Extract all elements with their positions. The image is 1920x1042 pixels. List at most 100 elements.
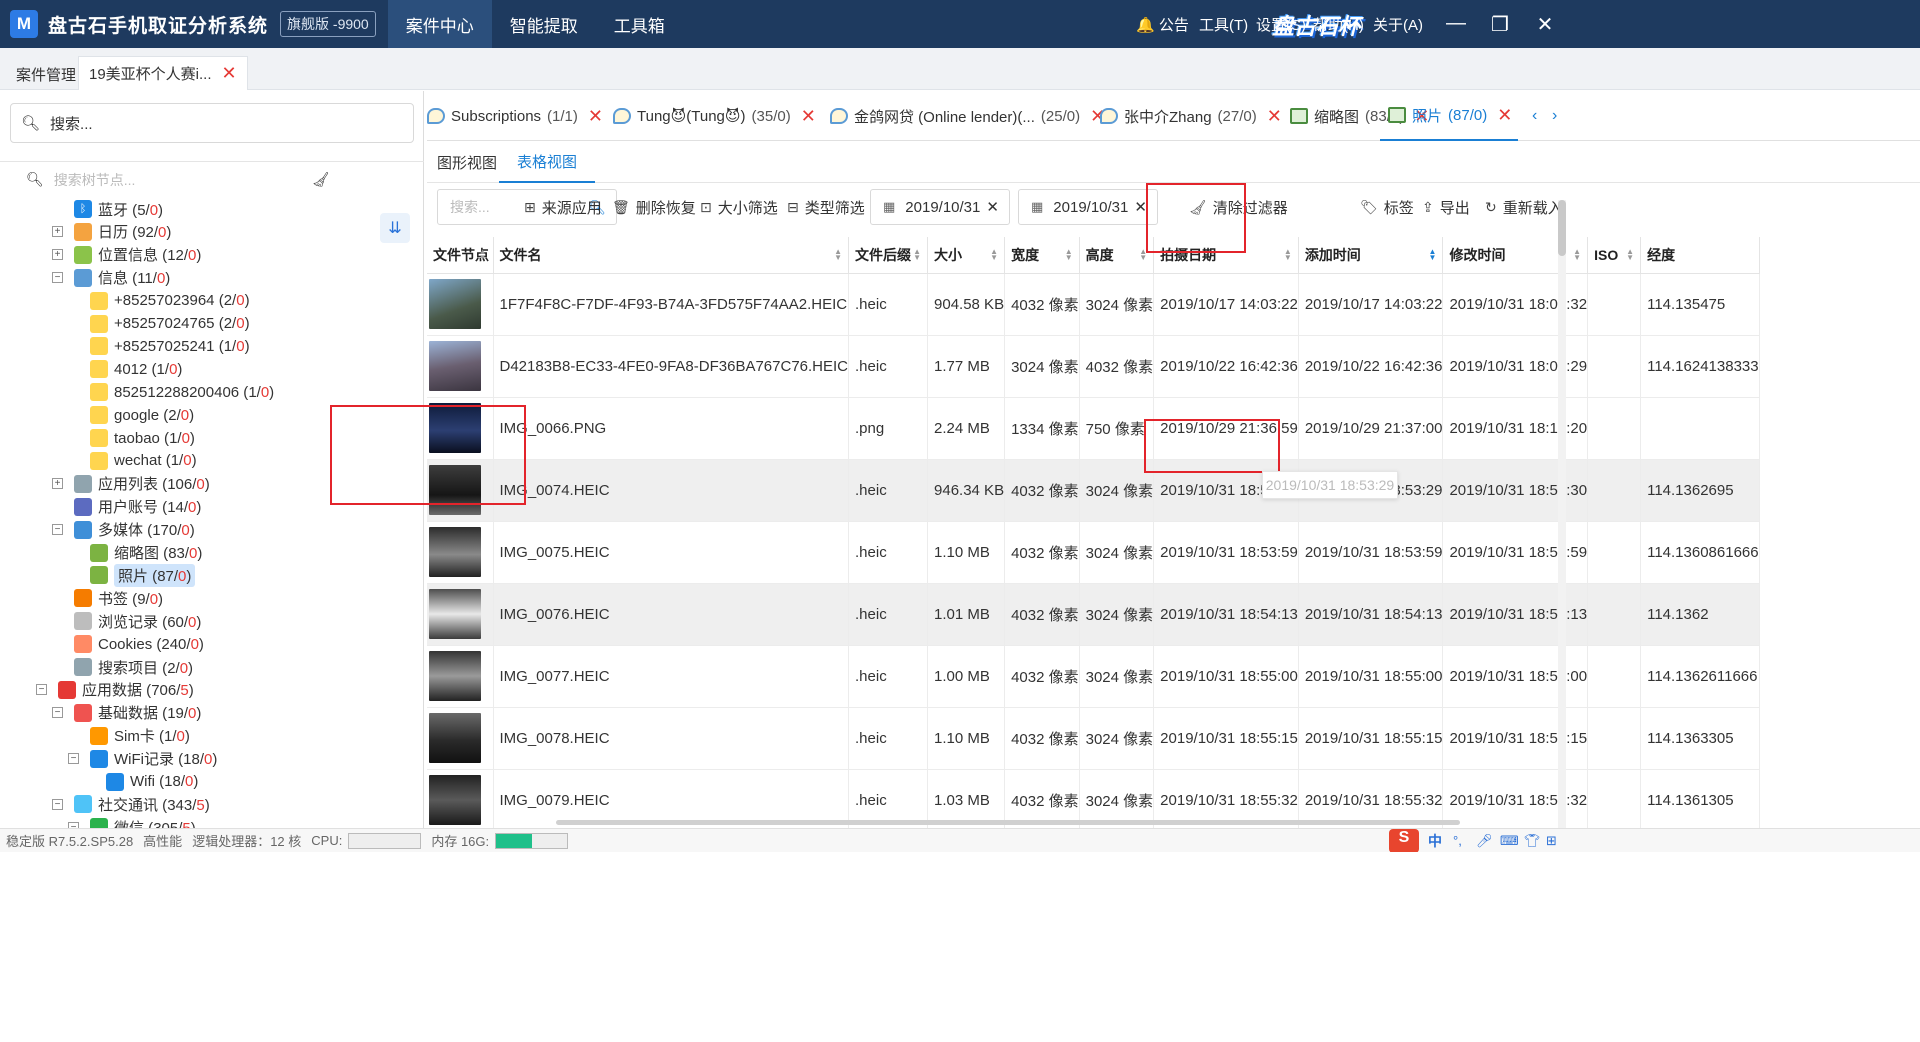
- collapse-icon[interactable]: −: [52, 272, 63, 284]
- source-app-button[interactable]: ⊞ 来源应用: [524, 197, 602, 218]
- announcement-menu[interactable]: 🔔 公告: [1136, 14, 1189, 35]
- sort-icon[interactable]: ▲ ▼: [1626, 248, 1634, 262]
- sort-icon[interactable]: ▲ ▼: [913, 248, 921, 262]
- tree-node[interactable]: − 信息 (11/0): [52, 266, 170, 290]
- reload-button[interactable]: ↻ 重新载入: [1485, 197, 1563, 218]
- tree-node[interactable]: +85257023964 (2/0): [90, 289, 250, 313]
- more-apps-icon[interactable]: ⊞: [1546, 833, 1557, 849]
- tree-node[interactable]: 浏览记录 (60/0): [74, 609, 201, 633]
- restore-icon[interactable]: ❐: [1488, 12, 1512, 37]
- date-from-picker[interactable]: ▦ 2019/10/31 ✕: [870, 189, 1010, 225]
- date-to-picker[interactable]: ▦ 2019/10/31 ✕: [1018, 189, 1158, 225]
- tree-node[interactable]: ᛒ 蓝牙 (5/0): [74, 197, 163, 221]
- about-menu[interactable]: 关于(A): [1373, 14, 1423, 35]
- sort-icon[interactable]: ▲ ▼: [1573, 248, 1581, 262]
- tree-node[interactable]: 4012 (1/0): [90, 357, 182, 381]
- minimize-icon[interactable]: —: [1444, 12, 1468, 35]
- photo-thumbnail[interactable]: [429, 775, 481, 825]
- tab-photos[interactable]: 照片 (87/0) ✕: [1380, 91, 1519, 141]
- tree-node[interactable]: +85257025241 (1/0): [90, 334, 250, 358]
- collapse-icon[interactable]: −: [52, 798, 63, 810]
- tree-node[interactable]: 缩略图 (83/0): [90, 541, 202, 565]
- tag-button[interactable]: 🏷︎ 标签: [1360, 197, 1414, 218]
- photo-thumbnail[interactable]: [429, 465, 481, 515]
- skin-icon[interactable]: 👕︎: [1524, 833, 1541, 849]
- expand-icon[interactable]: +: [52, 478, 63, 490]
- collapse-icon[interactable]: −: [36, 684, 47, 696]
- tree-node[interactable]: Wifi (18/0): [106, 770, 198, 794]
- close-tab-icon[interactable]: ✕: [801, 106, 816, 127]
- column-header[interactable]: 添加时间 ▲ ▼: [1298, 237, 1444, 274]
- help-menu[interactable]: 帮助(H): [1313, 14, 1364, 35]
- column-header[interactable]: 文件后缀 ▲ ▼: [848, 237, 929, 274]
- tree-node[interactable]: − WiFi记录 (18/0): [68, 747, 217, 771]
- menu-case-center[interactable]: 案件中心: [387, 0, 492, 48]
- tree-node[interactable]: 用户账号 (14/0): [74, 495, 201, 519]
- collapse-icon[interactable]: −: [52, 524, 63, 536]
- settings-menu[interactable]: 设置(S): [1256, 14, 1306, 35]
- tree-node[interactable]: google (2/0): [90, 403, 194, 427]
- close-tab-icon[interactable]: ✕: [588, 106, 603, 127]
- tree-node[interactable]: +85257024765 (2/0): [90, 312, 250, 336]
- chevron-left-icon[interactable]: ‹: [1532, 91, 1537, 141]
- expand-icon[interactable]: +: [52, 226, 63, 238]
- tree-node[interactable]: − 应用数据 (706/5): [36, 678, 194, 702]
- tree-node[interactable]: 照片 (87/0): [90, 563, 196, 587]
- close-icon[interactable]: ✕: [1533, 12, 1557, 37]
- close-tab-icon[interactable]: ✕: [222, 63, 237, 84]
- clear-date-icon[interactable]: ✕: [1134, 198, 1147, 216]
- tree-node[interactable]: 搜索项目 (2/0): [74, 655, 193, 679]
- expand-icon[interactable]: +: [52, 249, 63, 261]
- column-header[interactable]: 宽度 ▲ ▼: [1004, 237, 1080, 274]
- clear-filter-button[interactable]: 🧹︎ 清除过滤器: [1189, 197, 1288, 218]
- keyboard-icon[interactable]: ⌨: [1500, 833, 1519, 849]
- menu-toolbox[interactable]: 工具箱: [596, 0, 683, 48]
- tools-menu[interactable]: 工具(T): [1199, 14, 1248, 35]
- tree-node[interactable]: taobao (1/0): [90, 426, 195, 450]
- tab-subscriptions[interactable]: Subscriptions (1/1) ✕: [427, 91, 603, 141]
- tree-node[interactable]: − 多媒体 (170/0): [52, 518, 195, 542]
- sort-icon[interactable]: ▲ ▼: [1284, 248, 1292, 262]
- tree-node[interactable]: Sim卡 (1/0): [90, 724, 190, 748]
- photo-thumbnail[interactable]: [429, 341, 481, 391]
- tree-search-input[interactable]: 🔍︎ 搜索树节点... 🧹︎: [0, 161, 424, 197]
- tab-case-management[interactable]: 案件管理: [6, 58, 86, 90]
- column-header[interactable]: 经度: [1640, 237, 1760, 274]
- sort-icon[interactable]: ▲ ▼: [1429, 248, 1437, 262]
- sort-icon[interactable]: ▲ ▼: [479, 248, 487, 262]
- clear-date-icon[interactable]: ✕: [986, 198, 999, 216]
- size-filter-button[interactable]: ⊡ 大小筛选: [700, 197, 778, 218]
- tab-case-19meiya[interactable]: 19美亚杯个人赛i... ✕: [78, 56, 248, 90]
- column-header[interactable]: 大小 ▲ ▼: [927, 237, 1006, 274]
- delete-recover-button[interactable]: 🗑︎ 删除恢复: [612, 197, 696, 218]
- horizontal-scrollbar[interactable]: [556, 820, 1460, 825]
- column-header[interactable]: 拍摄日期 ▲ ▼: [1153, 237, 1299, 274]
- tree-node[interactable]: Cookies (240/0): [74, 632, 204, 656]
- broom-icon[interactable]: 🧹︎: [312, 171, 330, 188]
- photo-thumbnail[interactable]: [429, 713, 481, 763]
- column-header[interactable]: 高度 ▲ ▼: [1079, 237, 1155, 274]
- sort-icon[interactable]: ▲ ▼: [990, 248, 998, 262]
- tree-node[interactable]: wechat (1/0): [90, 449, 197, 473]
- photo-thumbnail[interactable]: [429, 403, 481, 453]
- close-tab-icon[interactable]: ✕: [1497, 105, 1512, 126]
- microphone-icon[interactable]: 🎤︎: [1476, 833, 1493, 849]
- column-header[interactable]: 文件节点 ▲ ▼: [427, 237, 494, 274]
- global-search-input[interactable]: 🔍︎ 搜索...: [10, 103, 414, 143]
- tree-node[interactable]: 书签 (9/0): [74, 586, 163, 610]
- photo-thumbnail[interactable]: [429, 279, 481, 329]
- collapse-icon[interactable]: −: [52, 707, 63, 719]
- tree-node[interactable]: − 基础数据 (19/0): [52, 701, 201, 725]
- tab-table-view[interactable]: 表格视图: [499, 141, 596, 183]
- photo-thumbnail[interactable]: [429, 651, 481, 701]
- vertical-scrollbar-thumb[interactable]: [1558, 200, 1566, 256]
- sort-icon[interactable]: ▲ ▼: [1139, 248, 1147, 262]
- punctuation-icon[interactable]: °,: [1453, 833, 1462, 848]
- sort-icon[interactable]: ▲ ▼: [1065, 248, 1073, 262]
- collapse-icon[interactable]: −: [68, 753, 79, 765]
- photo-thumbnail[interactable]: [429, 589, 481, 639]
- close-tab-icon[interactable]: ✕: [1267, 106, 1282, 127]
- tab-tung[interactable]: Tung😈(Tung😈) (35/0) ✕: [613, 91, 816, 141]
- tree-node[interactable]: + 日历 (92/0): [52, 220, 171, 244]
- tab-zhang[interactable]: 张中介Zhang (27/0) ✕: [1100, 91, 1282, 141]
